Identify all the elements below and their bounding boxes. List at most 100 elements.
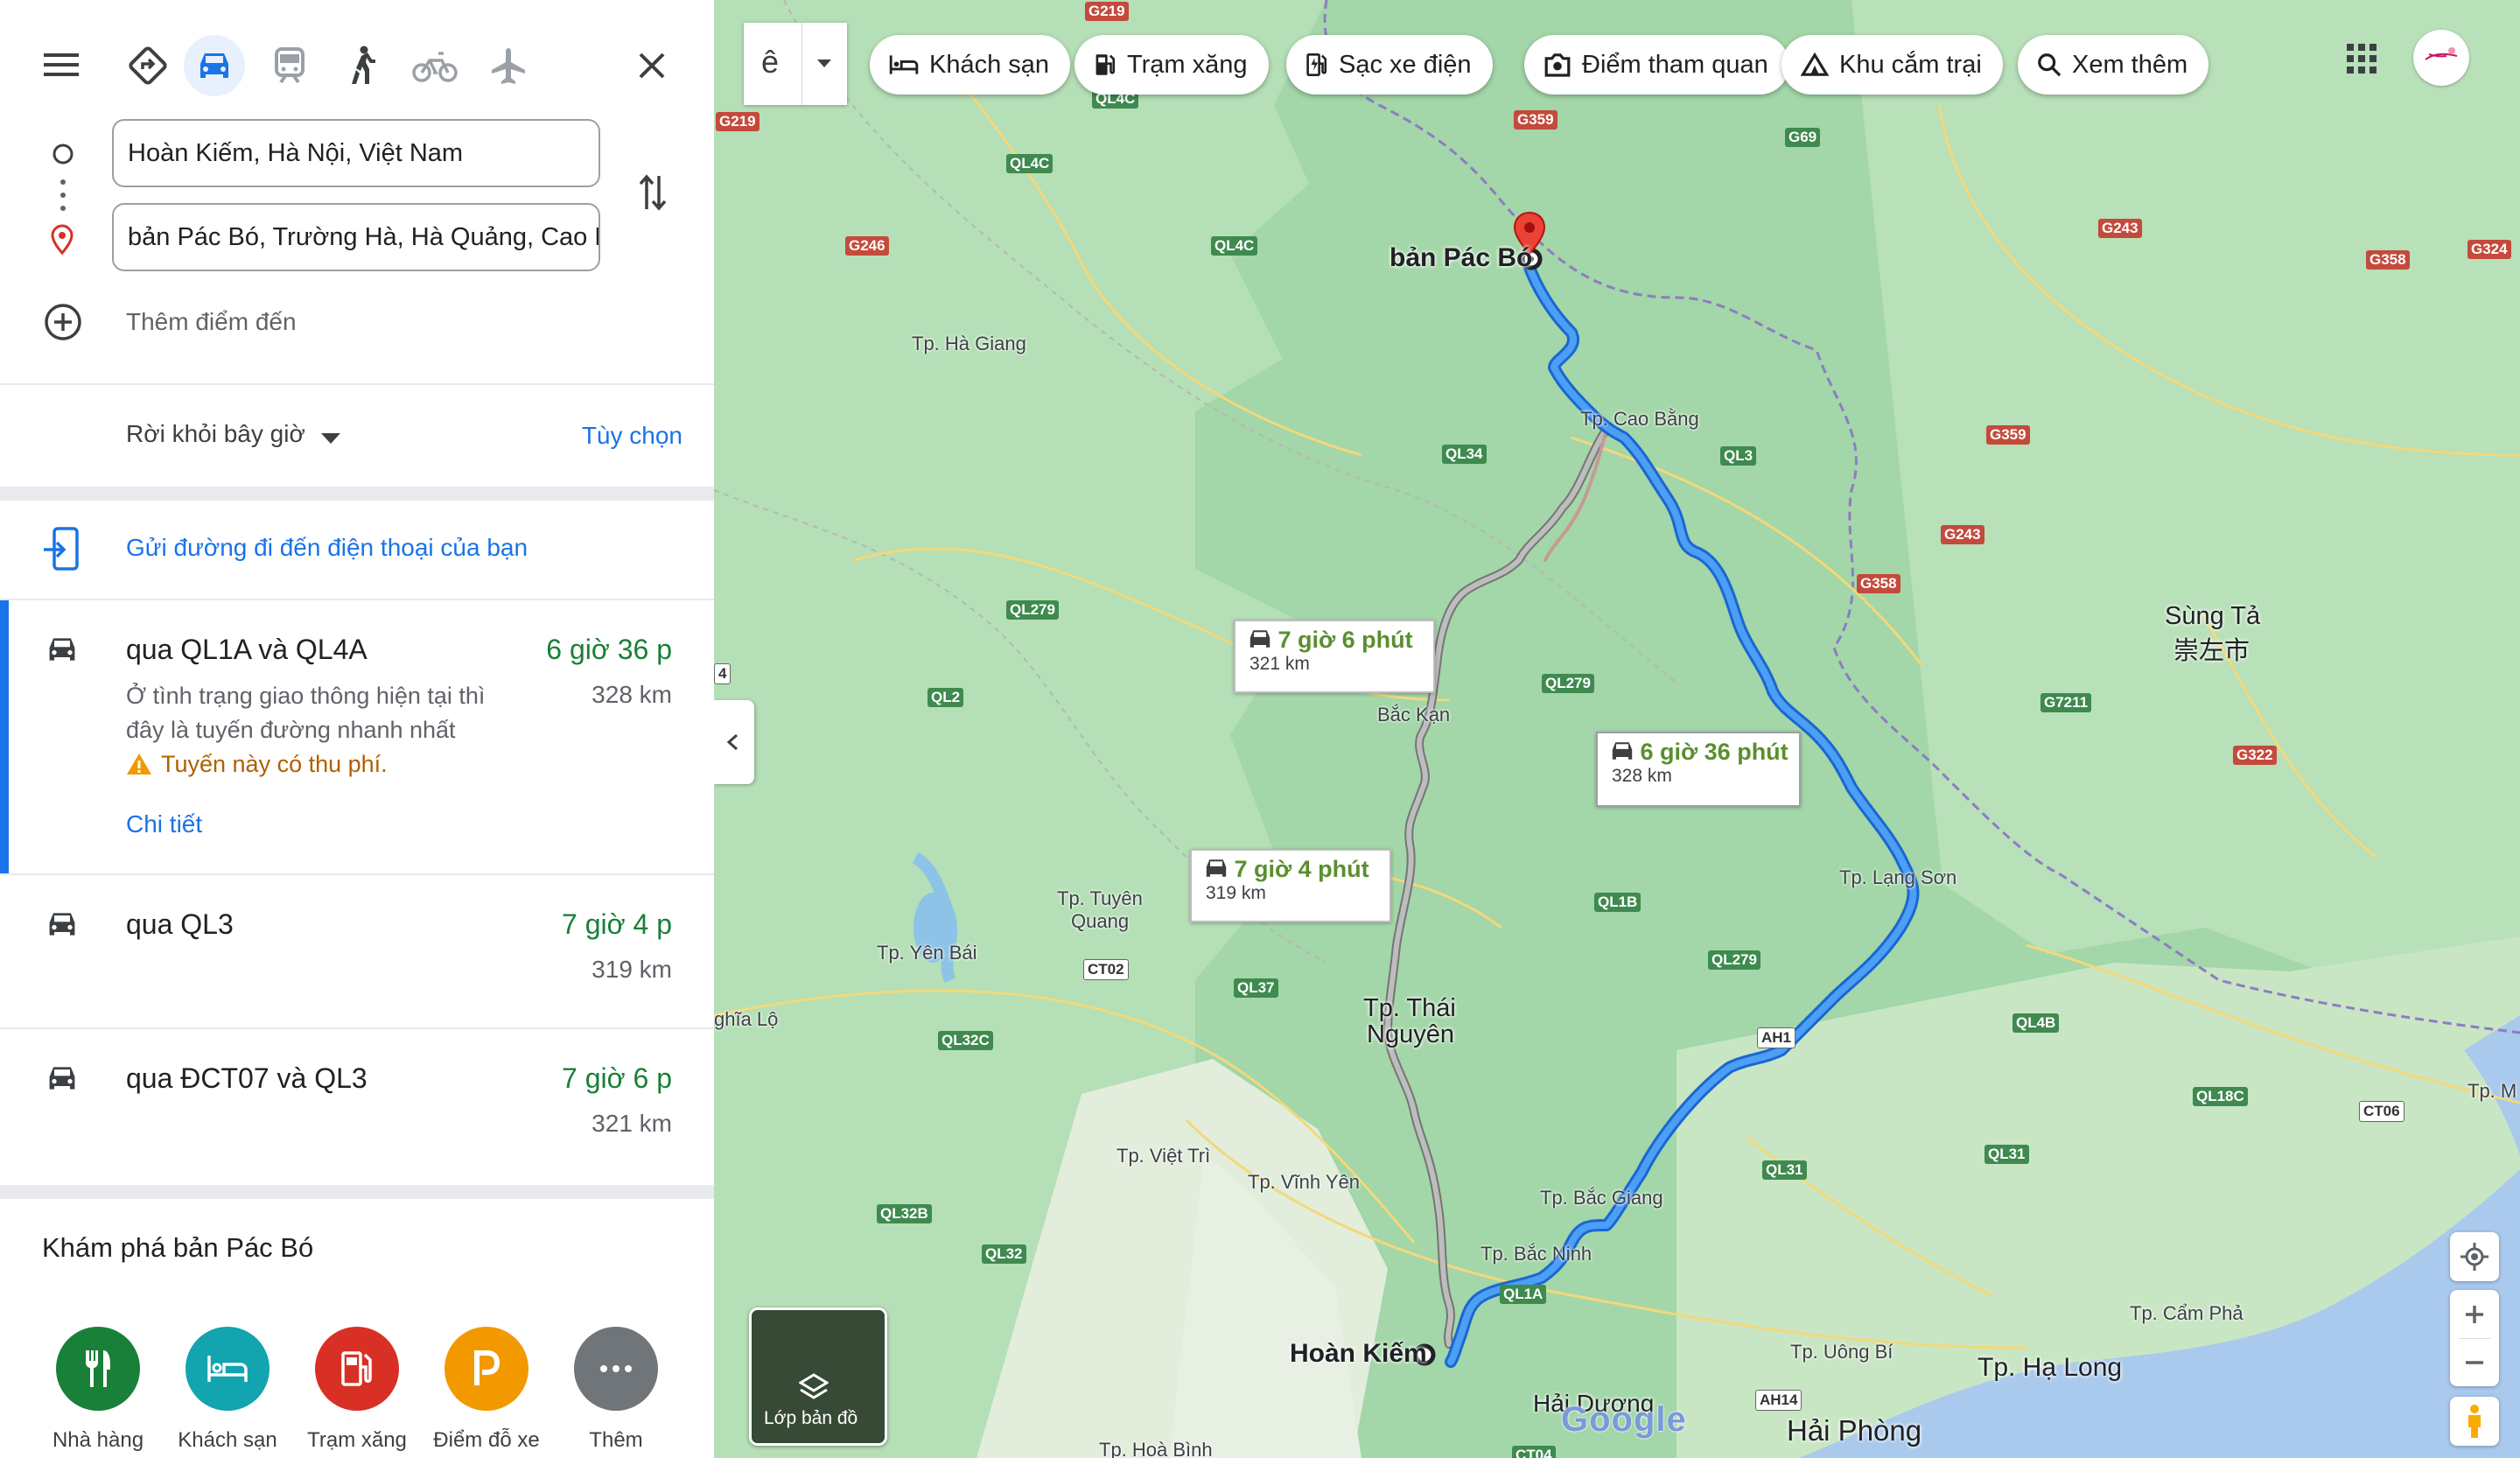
add-destination-label: Thêm điểm đến <box>126 308 297 335</box>
swap-waypoints-button[interactable] <box>630 166 676 219</box>
road-shield: QL37 <box>1234 978 1278 998</box>
place-label[interactable]: Tp. Cao Bằng <box>1580 408 1699 431</box>
camera-icon <box>1544 53 1571 77</box>
mode-best-route-button[interactable] <box>121 39 175 93</box>
explore-parking-button[interactable]: Điểm đỗ xe <box>422 1327 551 1458</box>
chip-gas-stations[interactable]: Trạm xăng <box>1074 35 1269 95</box>
chip-hotels[interactable]: Khách sạn <box>870 35 1071 95</box>
google-logo: Google <box>1561 1400 1687 1439</box>
apps-grid-icon[interactable] <box>2347 44 2376 74</box>
place-label[interactable]: Tp. Vĩnh Yên <box>1248 1171 1360 1194</box>
route-option-2[interactable]: qua QL3 7 giờ 4 p 319 km <box>0 875 714 1027</box>
origin-input[interactable]: Hoàn Kiếm, Hà Nội, Việt Nam <box>112 119 600 187</box>
gas-station-icon <box>1096 54 1116 75</box>
place-label[interactable]: Nguyên <box>1367 1020 1454 1049</box>
route-title: qua ĐCT07 và QL3 <box>126 1062 368 1094</box>
place-label[interactable]: Quang <box>1071 910 1129 933</box>
depart-time-dropdown[interactable]: Rời khỏi bây giờ <box>126 420 341 455</box>
road-shield: QL3 <box>1720 446 1757 466</box>
place-label[interactable]: Sùng Tả <box>2165 602 2260 631</box>
language-selector[interactable]: ê <box>744 23 847 105</box>
destination-input[interactable]: bản Pác Bó, Trường Hà, Hà Quảng, Cao B <box>112 203 600 271</box>
selected-route-indicator <box>0 600 9 873</box>
route-callout-alternate[interactable]: 7 giờ 4 phút 319 km <box>1190 849 1391 922</box>
place-label[interactable]: bản Pác Bó <box>1390 243 1532 273</box>
route-callout-primary[interactable]: 6 giờ 36 phút 328 km <box>1596 732 1801 807</box>
chip-ev-charging[interactable]: Sạc xe điện <box>1286 35 1493 95</box>
place-label[interactable]: Tp. Bắc Giang <box>1540 1187 1663 1209</box>
place-label[interactable]: Tp. M <box>2468 1080 2516 1103</box>
minus-icon <box>2466 1360 2483 1364</box>
bicycle-icon <box>412 52 458 82</box>
route-callout-alternate[interactable]: 7 giờ 6 phút 321 km <box>1234 620 1435 693</box>
route-option-1[interactable]: qua QL1A và QL4A 6 giờ 36 p 328 km Ở tìn… <box>0 600 714 873</box>
zoom-in-button[interactable] <box>2450 1291 2499 1338</box>
mode-cycling-button[interactable] <box>406 39 464 93</box>
explore-more-button[interactable]: Thêm <box>551 1327 681 1458</box>
chip-more[interactable]: Xem thêm <box>2018 35 2209 95</box>
swap-icon <box>639 174 667 211</box>
chip-attractions[interactable]: Điểm tham quan <box>1524 35 1789 95</box>
walking-icon <box>352 46 375 84</box>
road-shield: QL32B <box>877 1204 932 1223</box>
my-location-button[interactable] <box>2450 1232 2499 1281</box>
route-dots-icon <box>60 179 66 211</box>
road-shield: G358 <box>1857 574 1900 593</box>
add-destination-button[interactable]: Thêm điểm đến <box>44 301 481 343</box>
explore-gas-stations-button[interactable]: Trạm xăng <box>292 1327 422 1458</box>
route-lines <box>1383 248 1920 1368</box>
road-shield: QL31 <box>1984 1145 2029 1164</box>
explore-restaurants-button[interactable]: Nhà hàng <box>33 1327 163 1458</box>
collapse-panel-button[interactable] <box>714 700 754 784</box>
place-label[interactable]: Hoàn Kiếm <box>1290 1339 1427 1369</box>
mode-transit-button[interactable] <box>262 39 317 93</box>
chip-campgrounds[interactable]: Khu cắm trại <box>1782 35 2003 95</box>
zoom-controls <box>2450 1290 2499 1386</box>
place-label[interactable]: Tp. Hoà Bình <box>1099 1439 1213 1458</box>
explore-icon-circle <box>315 1327 399 1411</box>
place-label[interactable]: Hải Phòng <box>1787 1414 1922 1447</box>
place-label[interactable]: Bắc Kạn <box>1377 704 1450 726</box>
menu-button[interactable] <box>38 42 84 88</box>
road-shield: CT06 <box>2359 1101 2404 1122</box>
mode-walking-button[interactable] <box>334 39 388 93</box>
close-directions-button[interactable] <box>625 39 679 93</box>
place-label[interactable]: ghĩa Lộ <box>714 1008 778 1031</box>
road-shield: 4 <box>714 663 732 684</box>
callout-duration: 7 giờ 6 phút <box>1278 627 1413 653</box>
street-view-pegman-button[interactable] <box>2450 1397 2499 1446</box>
zoom-out-button[interactable] <box>2450 1339 2499 1386</box>
restaurant-icon <box>86 1350 110 1387</box>
road-shield: QL279 <box>1542 674 1594 693</box>
airplane-icon <box>492 48 525 84</box>
route-options-link[interactable]: Tùy chọn <box>582 422 682 450</box>
car-icon <box>200 53 228 78</box>
place-label[interactable]: Tp. Yên Bái <box>877 942 977 964</box>
place-label[interactable]: Tp. Uông Bí <box>1790 1341 1893 1363</box>
place-label[interactable]: Tp. Tuyên <box>1057 887 1143 910</box>
add-circle-icon <box>45 304 81 340</box>
place-label[interactable]: Tp. Hà Giang <box>912 333 1026 355</box>
map-canvas[interactable]: bản Pác Bó Hoàn Kiếm Tp. Cao Bằng Tp. Hà… <box>714 0 2520 1458</box>
toll-warning: Tuyến này có thu phí. <box>161 751 388 777</box>
place-label[interactable]: 崇左市 <box>2174 630 2250 667</box>
route-option-3[interactable]: qua ĐCT07 và QL3 7 giờ 6 p 321 km <box>0 1029 714 1183</box>
dropdown-arrow-icon <box>321 432 341 444</box>
place-label[interactable]: Tp. Thái <box>1363 994 1456 1023</box>
chevron-left-icon <box>726 733 738 751</box>
mode-driving-button[interactable] <box>184 35 245 96</box>
place-label[interactable]: Tp. Hạ Long <box>1978 1353 2122 1383</box>
place-label[interactable]: Tp. Lạng Sơn <box>1839 866 1956 889</box>
road-shield: QL279 <box>1708 950 1760 970</box>
explore-hotels-button[interactable]: Khách sạn <box>163 1327 292 1458</box>
section-divider <box>0 487 714 501</box>
place-label[interactable]: Tp. Việt Trì <box>1116 1145 1210 1167</box>
send-to-phone-button[interactable]: Gửi đường đi đến điện thoại của bạn <box>38 523 686 576</box>
layers-button[interactable]: Lớp bản đồ <box>749 1307 887 1446</box>
callout-distance: 321 km <box>1250 654 1310 674</box>
route-details-link[interactable]: Chi tiết <box>126 810 202 838</box>
mode-flights-button[interactable] <box>481 39 536 93</box>
place-label[interactable]: Tp. Bắc Ninh <box>1480 1243 1592 1265</box>
place-label[interactable]: Tp. Cẩm Phả <box>2130 1302 2244 1325</box>
avatar[interactable] <box>2413 30 2469 86</box>
